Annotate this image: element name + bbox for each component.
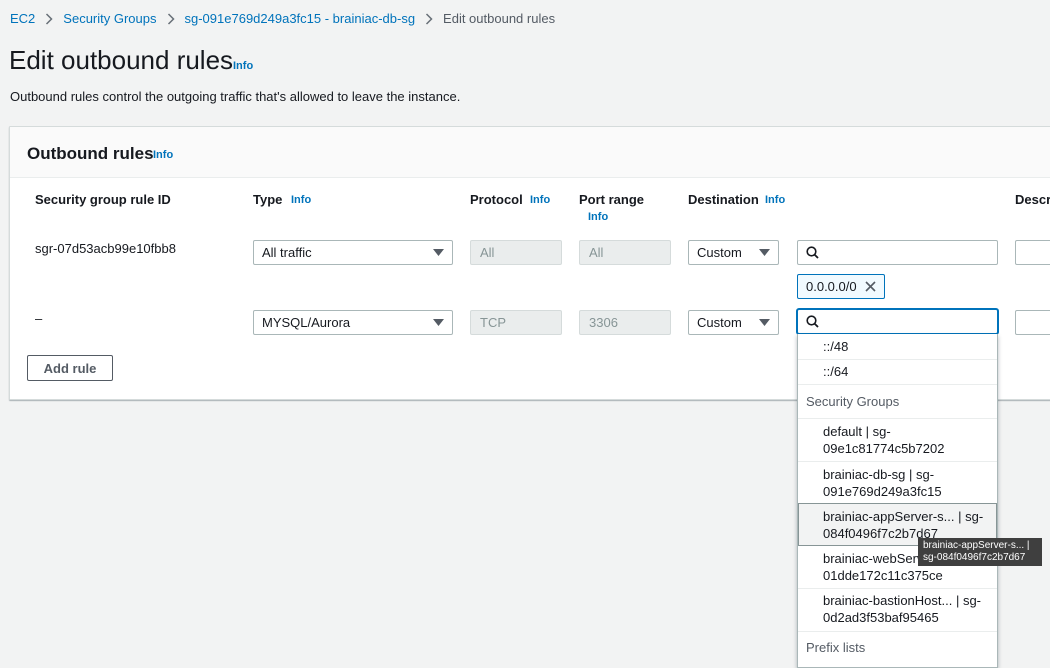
column-header-rule-id: Security group rule ID	[35, 192, 171, 207]
destination-info-link[interactable]: Info	[765, 194, 785, 206]
caret-down-icon	[433, 249, 444, 256]
breadcrumb-security-group-link[interactable]: sg-091e769d249a3fc15 - brainiac-db-sg	[185, 11, 416, 26]
destination-select[interactable]: Custom	[688, 240, 779, 265]
port-range-field: 3306	[579, 310, 671, 335]
column-header-type: Type	[253, 192, 283, 207]
search-icon	[806, 315, 819, 328]
close-icon[interactable]	[865, 281, 876, 292]
type-info-link[interactable]: Info	[291, 194, 311, 206]
page-description: Outbound rules control the outgoing traf…	[10, 89, 461, 104]
search-icon	[806, 246, 819, 259]
destination-search[interactable]	[797, 309, 1005, 334]
column-header-protocol: Protocol	[470, 192, 523, 207]
dropdown-option[interactable]: ::/64	[798, 360, 997, 384]
page-title-info-link[interactable]: Info	[233, 60, 253, 72]
port-range-field: All	[579, 240, 671, 265]
protocol-field: TCP	[470, 310, 562, 335]
destination-search[interactable]	[797, 240, 1005, 265]
panel-title: Outbound rules	[27, 144, 154, 163]
port-range-info-link[interactable]: Info	[588, 211, 608, 223]
dropdown-option-security-group[interactable]: brainiac-bastionHost... | sg- 0d2ad3f53b…	[798, 589, 997, 631]
panel-info-link[interactable]: Info	[153, 149, 173, 161]
destination-select-value: Custom	[697, 315, 742, 330]
tooltip-line: sg-084f0496f7c2b7d67	[923, 552, 1026, 563]
dropdown-option-security-group[interactable]: default | sg- 09e1c81774c5b7202	[798, 419, 997, 461]
type-select[interactable]: MYSQL/Aurora	[253, 310, 453, 335]
column-header-description: Descri	[1015, 192, 1050, 207]
rule-id-cell: sgr-07d53acb99e10fbb8	[35, 241, 176, 256]
breadcrumb-security-groups-link[interactable]: Security Groups	[63, 11, 156, 26]
destination-select[interactable]: Custom	[688, 310, 779, 335]
breadcrumb-ec2-link[interactable]: EC2	[10, 11, 35, 26]
protocol-info-link[interactable]: Info	[530, 194, 550, 206]
caret-down-icon	[433, 319, 444, 326]
dropdown-option[interactable]: ::/48	[798, 334, 997, 359]
destination-select-value: Custom	[697, 245, 742, 260]
add-rule-button[interactable]: Add rule	[27, 355, 113, 381]
destination-dropdown: ::/48 ::/64 Security Groups default | sg…	[797, 334, 998, 668]
description-input[interactable]	[1015, 240, 1050, 265]
breadcrumb-current: Edit outbound rules	[443, 11, 556, 26]
protocol-field: All	[470, 240, 562, 265]
chevron-right-icon	[425, 12, 433, 25]
dropdown-option-security-group[interactable]: brainiac-db-sg | sg- 091e769d249a3fc15	[798, 462, 997, 504]
destination-search-input[interactable]	[825, 244, 1005, 261]
destination-token: 0.0.0.0/0	[797, 274, 885, 299]
page-title: Edit outbound rules	[9, 45, 234, 75]
caret-down-icon	[759, 249, 770, 256]
chevron-right-icon	[45, 12, 53, 25]
chevron-right-icon	[167, 12, 175, 25]
breadcrumb: EC2 Security Groups sg-091e769d249a3fc15…	[10, 11, 555, 26]
tooltip: brainiac-appServer-s... | sg-084f0496f7c…	[918, 538, 1042, 566]
description-input[interactable]	[1015, 310, 1050, 335]
destination-token-label: 0.0.0.0/0	[806, 279, 857, 294]
destination-search-input[interactable]	[825, 313, 1005, 330]
type-select-value: All traffic	[262, 245, 312, 260]
column-header-port-range: Port range	[579, 192, 645, 207]
type-select-value: MYSQL/Aurora	[262, 315, 351, 330]
column-header-destination: Destination	[688, 192, 759, 207]
type-select[interactable]: All traffic	[253, 240, 453, 265]
rule-id-cell: –	[35, 311, 43, 326]
dropdown-group-header: Security Groups	[806, 394, 900, 409]
caret-down-icon	[759, 319, 770, 326]
dropdown-group-header: Prefix lists	[806, 640, 866, 655]
tooltip-line: brainiac-appServer-s... |	[923, 540, 1030, 551]
